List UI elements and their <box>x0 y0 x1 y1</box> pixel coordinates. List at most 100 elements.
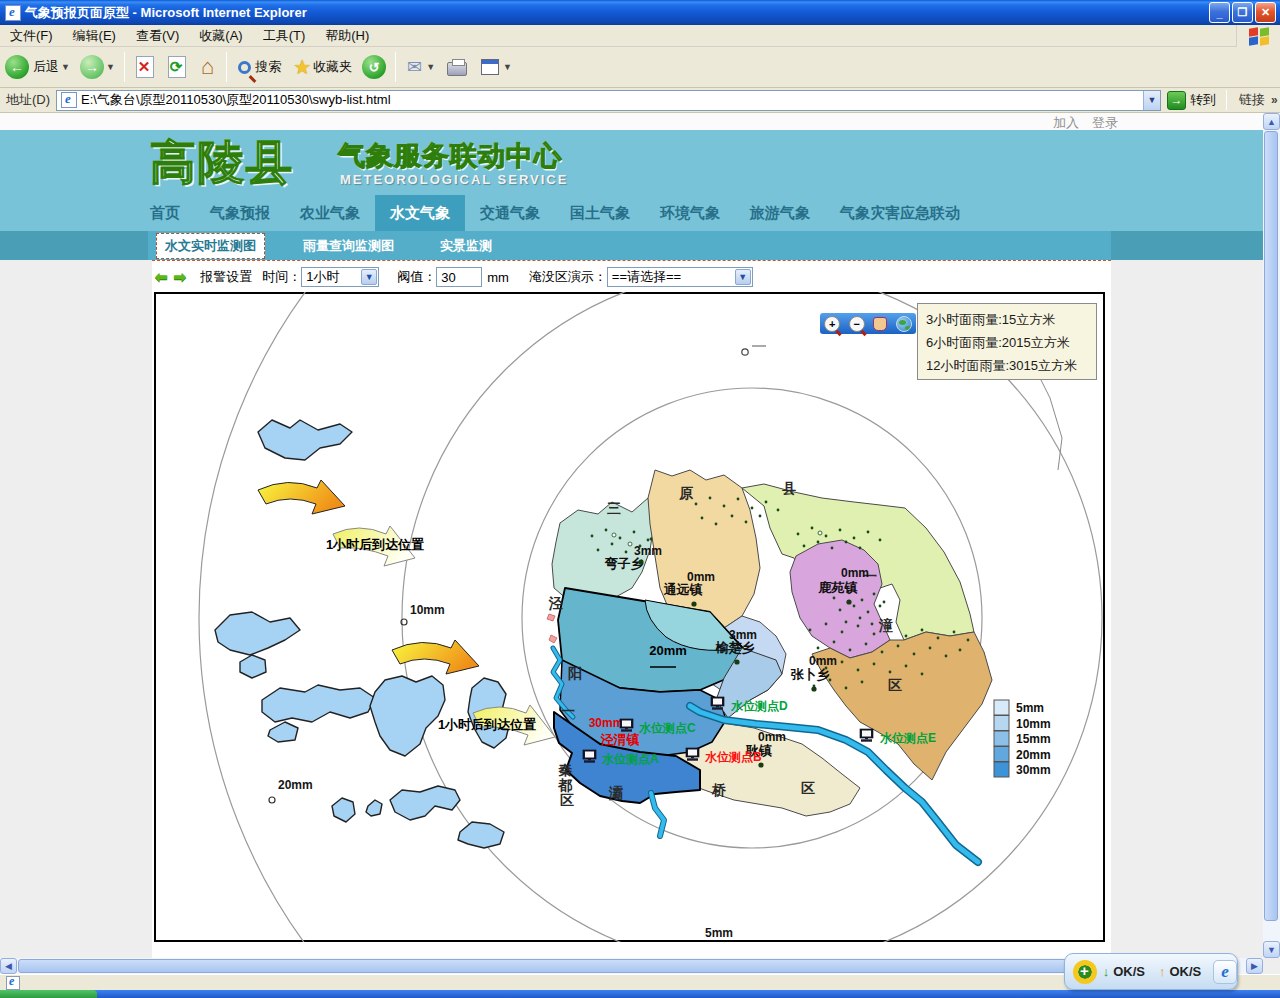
mail-dropdown-icon[interactable]: ▼ <box>426 62 435 72</box>
town-label: 鹿苑镇 <box>818 580 858 595</box>
links-button[interactable]: 链接 » <box>1239 91 1278 109</box>
zone-rain-label: 20mm <box>649 643 687 658</box>
station-icon[interactable] <box>711 697 724 710</box>
menu-bar: 文件(F) 编辑(E) 查看(V) 收藏(A) 工具(T) 帮助(H) <box>0 25 1280 47</box>
station-icon[interactable] <box>860 729 873 742</box>
subnav-realtime-monitor[interactable]: 水文实时监测图 <box>156 233 265 259</box>
start-button[interactable] <box>0 990 97 998</box>
scroll-down-icon[interactable]: ▼ <box>1263 941 1280 958</box>
history-button[interactable]: ↺ <box>359 53 389 81</box>
neighbor-label: 县 <box>782 480 796 496</box>
nav-agriculture[interactable]: 农业气象 <box>285 195 375 232</box>
neighbor-label: 三 <box>607 500 621 516</box>
legend-label: 20mm <box>1016 748 1051 762</box>
map-canvas[interactable]: 5mm10mm15mm20mm30mm 三原县泾阳一一潼区秦都区灞桥区10mm2… <box>154 292 1105 942</box>
zoom-in-icon[interactable]: + <box>824 316 840 332</box>
download-arrow-icon: ↓ <box>1103 964 1110 979</box>
edit-dropdown-icon[interactable]: ▼ <box>503 62 512 72</box>
back-button[interactable]: ← 后退 ▼ <box>2 53 73 81</box>
nav-traffic[interactable]: 交通气象 <box>465 195 555 232</box>
address-input[interactable]: E:\气象台\原型20110530\原型20110530\swyb-list.h… <box>56 90 1161 111</box>
subnav-rain-query[interactable]: 雨量查询监测图 <box>295 234 402 258</box>
restore-button[interactable]: ❐ <box>1232 2 1253 23</box>
zoom-out-icon[interactable]: − <box>849 316 865 332</box>
scroll-left-icon[interactable]: ◀ <box>0 958 17 974</box>
menu-help[interactable]: 帮助(H) <box>315 27 379 45</box>
flood-select[interactable]: ==请选择== ▼ <box>607 267 753 287</box>
nav-home[interactable]: 首页 <box>135 195 195 232</box>
nav-weather-forecast[interactable]: 气象预报 <box>195 195 285 232</box>
refresh-button[interactable]: ⟳ <box>163 54 191 80</box>
search-label: 搜索 <box>255 58 281 76</box>
legend-label: 5mm <box>1016 701 1044 715</box>
ring-label: 5mm <box>705 926 733 940</box>
forward-icon: → <box>80 55 104 79</box>
town-marker <box>811 686 816 691</box>
town-rain-label: 0mm <box>841 566 869 580</box>
address-value: E:\气象台\原型20110530\原型20110530\swyb-list.h… <box>81 91 391 109</box>
menu-favorites[interactable]: 收藏(A) <box>189 27 252 45</box>
nav-tourism[interactable]: 旅游气象 <box>735 195 825 232</box>
favorites-button[interactable]: ★ 收藏夹 <box>288 53 355 81</box>
time-select-arrow-icon: ▼ <box>361 269 377 285</box>
neighbor-label: 原 <box>678 485 694 501</box>
ie-widget-icon[interactable]: e <box>1213 960 1237 984</box>
forward-button[interactable]: → ▼ <box>77 53 118 81</box>
town-marker <box>734 659 739 664</box>
security-tool-icon[interactable] <box>1073 960 1097 984</box>
back-dropdown-icon[interactable]: ▼ <box>61 62 70 72</box>
pan-hand-icon[interactable] <box>873 317 887 331</box>
globe-icon[interactable] <box>896 316 912 332</box>
nav-emergency[interactable]: 气象灾害应急联动 <box>825 195 975 232</box>
neighbor-label: 区 <box>560 792 574 808</box>
network-speed-widget[interactable]: ↓ OK/S ↑ OK/S e <box>1064 953 1238 990</box>
edit-button[interactable]: ▼ <box>476 57 515 77</box>
scroll-right-icon[interactable]: ▶ <box>1246 958 1263 974</box>
prev-arrow-icon[interactable]: ⬅ <box>155 268 168 286</box>
go-button[interactable]: → 转到 <box>1167 91 1216 110</box>
window-titlebar: 气象预报页面原型 - Microsoft Internet Explorer _… <box>0 0 1280 25</box>
flood-demo-label: 淹没区演示： <box>529 268 607 286</box>
nav-land[interactable]: 国土气象 <box>555 195 645 232</box>
print-button[interactable] <box>442 56 472 78</box>
ie-document-icon <box>5 5 21 21</box>
address-bar: 地址(D) E:\气象台\原型20110530\原型20110530\swyb-… <box>0 88 1280 113</box>
favorites-star-icon: ★ <box>293 55 311 79</box>
subnav-live-view[interactable]: 实景监测 <box>432 234 500 258</box>
upload-arrow-icon: ↑ <box>1159 964 1166 979</box>
time-label: 时间： <box>262 268 301 286</box>
legend-label: 10mm <box>1016 717 1051 731</box>
minimize-button[interactable]: _ <box>1209 2 1230 23</box>
upload-speed: OK/S <box>1169 964 1201 979</box>
search-button[interactable]: 搜索 <box>233 56 284 78</box>
search-icon <box>238 61 251 74</box>
nav-hydrology[interactable]: 水文气象 <box>375 195 465 232</box>
address-dropdown-icon[interactable]: ▼ <box>1143 91 1160 110</box>
favorites-label: 收藏夹 <box>313 58 352 76</box>
vertical-scrollbar[interactable]: ▲ ▼ <box>1263 113 1280 958</box>
station-icon[interactable] <box>583 750 596 763</box>
station-icon[interactable] <box>620 719 633 732</box>
mail-button[interactable]: ✉ ▼ <box>402 54 438 80</box>
windows-taskbar[interactable] <box>0 990 1280 998</box>
legend-swatch <box>994 747 1009 762</box>
nav-environment[interactable]: 环境气象 <box>645 195 735 232</box>
scroll-up-icon[interactable]: ▲ <box>1263 113 1280 130</box>
menu-edit[interactable]: 编辑(E) <box>63 27 126 45</box>
neighbor-label: 区 <box>888 677 902 693</box>
history-icon: ↺ <box>362 55 386 79</box>
go-label: 转到 <box>1190 91 1216 109</box>
station-icon[interactable] <box>686 748 699 761</box>
menu-view[interactable]: 查看(V) <box>126 27 189 45</box>
forward-dropdown-icon[interactable]: ▼ <box>106 62 115 72</box>
threshold-input[interactable]: 30 <box>436 267 482 287</box>
close-button[interactable]: ✕ <box>1255 2 1276 23</box>
menu-file[interactable]: 文件(F) <box>0 27 63 45</box>
next-arrow-icon[interactable]: ➡ <box>174 268 187 286</box>
menu-tools[interactable]: 工具(T) <box>253 27 316 45</box>
station-label: 水位测点A <box>601 752 659 766</box>
home-button[interactable]: ⌂ <box>195 52 220 82</box>
time-select[interactable]: 1小时 ▼ <box>301 267 379 287</box>
legend-label: 15mm <box>1016 732 1051 746</box>
stop-button[interactable]: ✕ <box>131 54 159 80</box>
